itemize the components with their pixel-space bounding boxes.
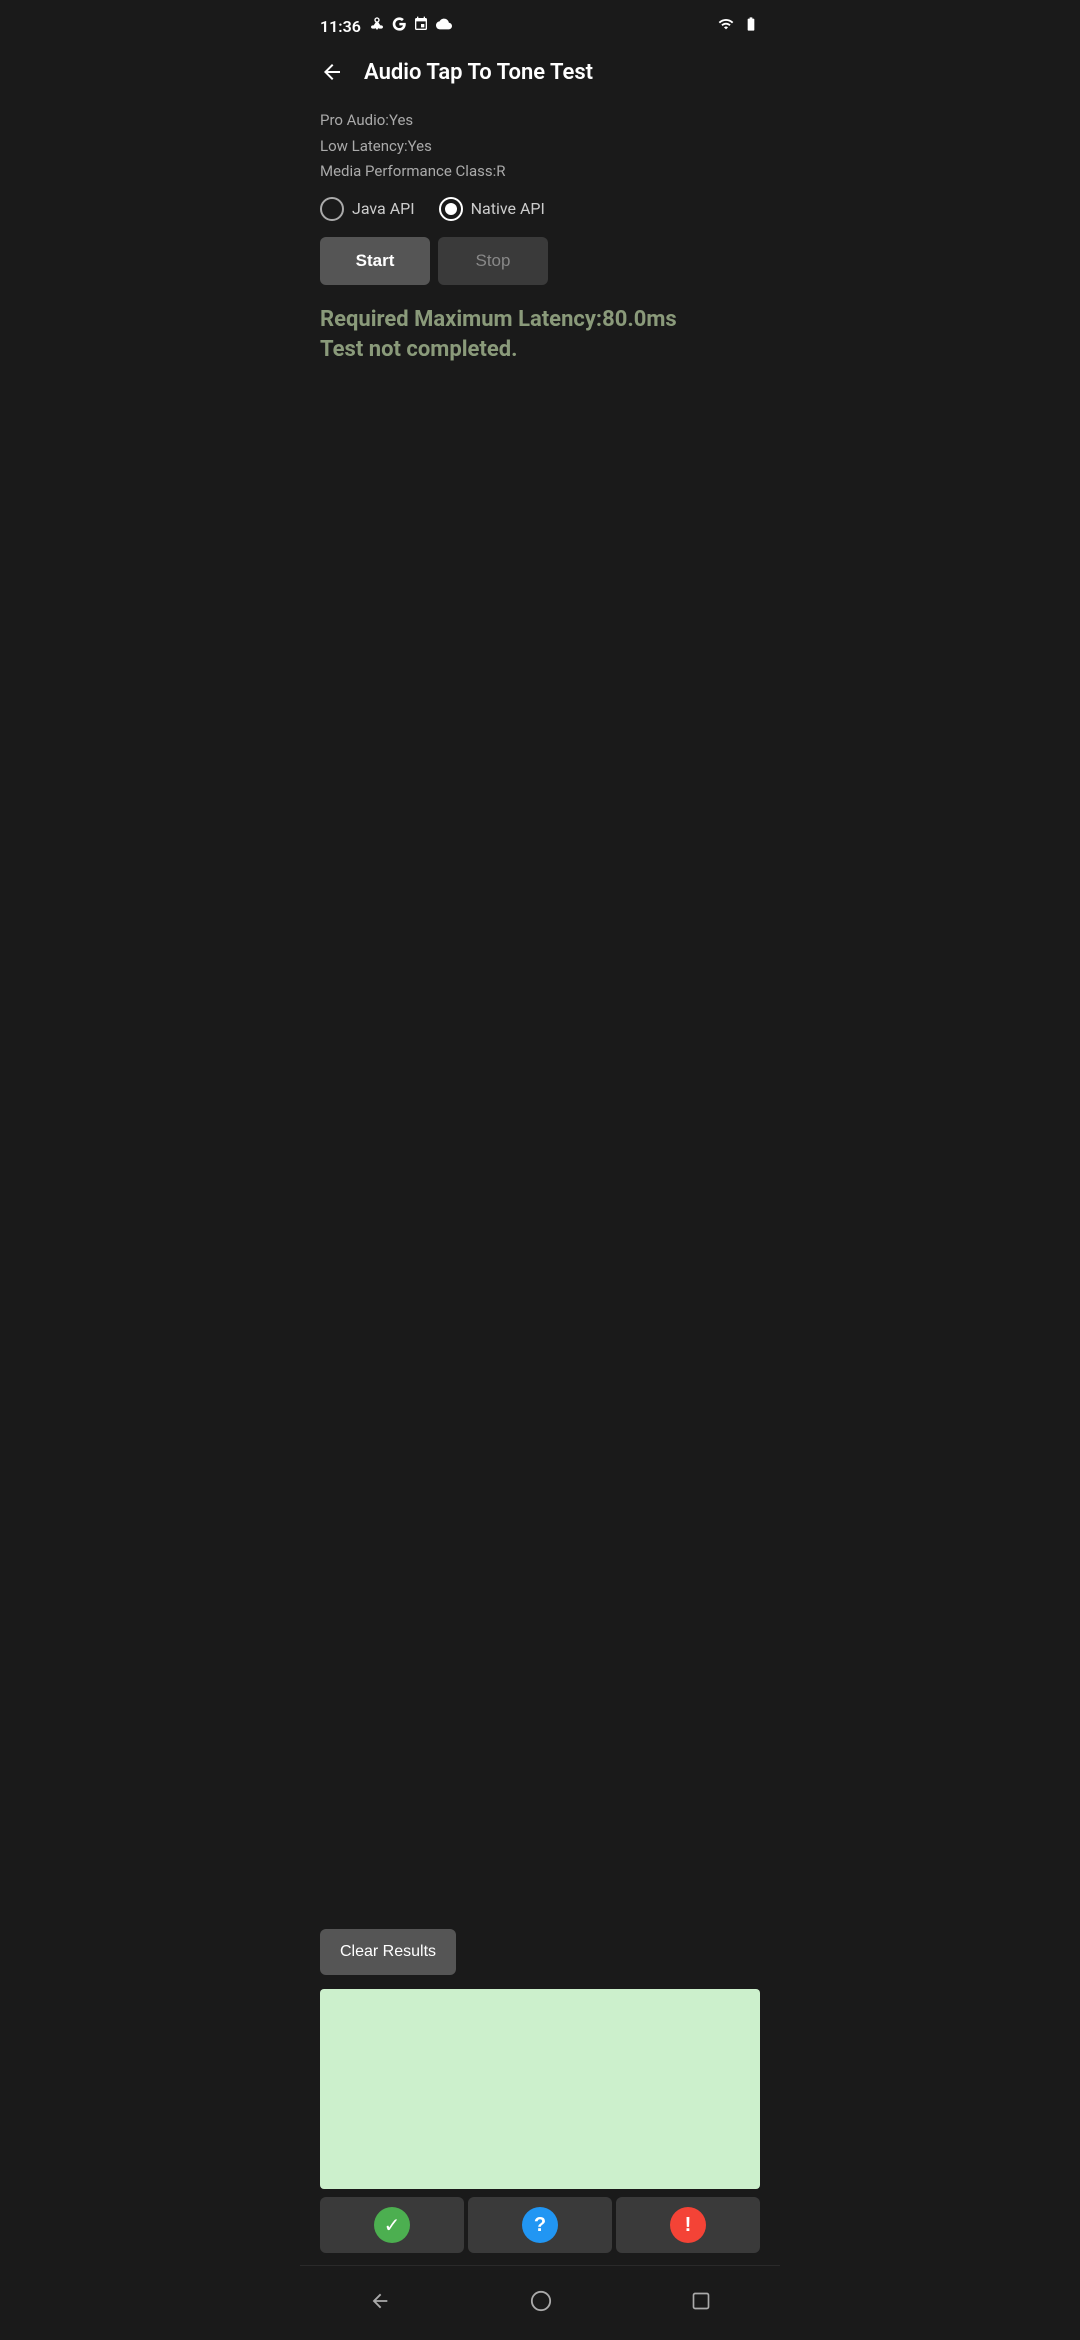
java-api-label: Java API: [352, 199, 415, 218]
page-title: Audio Tap To Tone Test: [364, 60, 593, 85]
java-api-radio[interactable]: [320, 197, 344, 221]
unknown-status-button[interactable]: ?: [468, 2197, 612, 2253]
status-result: Required Maximum Latency:80.0ms Test not…: [320, 305, 760, 367]
status-time: 11:36: [320, 17, 361, 36]
bottom-status-bar: ✓ ? !: [320, 2197, 760, 2253]
calendar-icon: [413, 16, 429, 36]
check-icon: ✓: [374, 2207, 410, 2243]
cloud-icon: [435, 16, 453, 36]
api-radio-group: Java API Native API: [320, 197, 760, 221]
nav-home-button[interactable]: [506, 2282, 576, 2320]
media-performance-info: Media Performance Class:R: [320, 159, 760, 185]
google-icon: [391, 16, 407, 36]
native-api-option[interactable]: Native API: [439, 197, 545, 221]
fan-icon: [369, 16, 385, 36]
pro-audio-info: Pro Audio:Yes: [320, 108, 760, 134]
bottom-nav: [300, 2265, 780, 2340]
completion-text: Test not completed.: [320, 335, 760, 366]
toolbar: Audio Tap To Tone Test: [300, 48, 780, 100]
fail-status-button[interactable]: !: [616, 2197, 760, 2253]
pass-status-button[interactable]: ✓: [320, 2197, 464, 2253]
low-latency-info: Low Latency:Yes: [320, 134, 760, 160]
status-icons: [369, 16, 453, 36]
stop-button[interactable]: Stop: [438, 237, 548, 285]
back-button[interactable]: [316, 56, 348, 88]
exclamation-icon: !: [670, 2207, 706, 2243]
native-api-label: Native API: [471, 199, 545, 218]
nav-back-button[interactable]: [345, 2282, 415, 2320]
native-api-radio[interactable]: [439, 197, 463, 221]
java-api-option[interactable]: Java API: [320, 197, 415, 221]
content: Pro Audio:Yes Low Latency:Yes Media Perf…: [300, 100, 780, 2265]
nav-recents-button[interactable]: [667, 2283, 735, 2319]
status-bar-right: [716, 16, 760, 36]
status-bar-left: 11:36: [320, 16, 453, 36]
wifi-icon: [716, 16, 736, 36]
control-buttons: Start Stop: [320, 237, 760, 285]
battery-icon: [742, 16, 760, 36]
latency-text: Required Maximum Latency:80.0ms: [320, 305, 760, 336]
start-button[interactable]: Start: [320, 237, 430, 285]
clear-results-button[interactable]: Clear Results: [320, 1929, 456, 1975]
chart-area: [320, 1989, 760, 2189]
status-bar: 11:36: [300, 0, 780, 48]
question-icon: ?: [522, 2207, 558, 2243]
